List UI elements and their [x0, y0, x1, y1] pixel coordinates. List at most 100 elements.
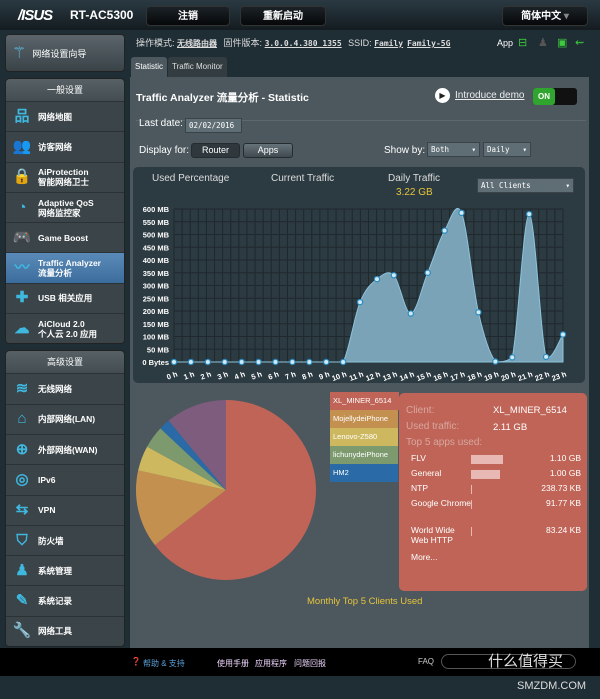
- data-point[interactable]: [289, 358, 296, 366]
- legend-item[interactable]: Lenovo-Z580: [330, 428, 398, 446]
- data-point[interactable]: [272, 358, 279, 366]
- introduce-demo-link[interactable]: Introduce demo: [455, 90, 525, 101]
- data-point[interactable]: [204, 358, 212, 366]
- usage-bar: [471, 525, 516, 536]
- sidebar-item[interactable]: ⌂ 内部网络(LAN): [6, 403, 124, 434]
- app-link[interactable]: App: [497, 38, 513, 48]
- sidebar-item[interactable]: ✎ 系统记录: [6, 585, 124, 615]
- app-name: FLV: [411, 453, 426, 463]
- legend-item[interactable]: lichunydeiPhone: [330, 446, 398, 464]
- sidebar-item[interactable]: ☁ AiCloud 2.0 个人云 2.0 应用: [6, 313, 124, 343]
- model-name: RT-AC5300: [70, 8, 134, 22]
- data-point[interactable]: [525, 210, 533, 218]
- data-point[interactable]: [170, 358, 178, 366]
- usb-icon[interactable]: ⇜: [575, 36, 584, 49]
- sidebar-item[interactable]: ⛉ 防火墙: [6, 524, 124, 555]
- sidebar-item[interactable]: 品网络地图: [6, 101, 124, 131]
- app-link-footer[interactable]: 应用程序: [255, 658, 287, 669]
- language-select[interactable]: 简体中文 ▾: [502, 6, 588, 26]
- data-point[interactable]: [373, 275, 381, 283]
- data-point[interactable]: [306, 358, 313, 366]
- daily-traffic-label[interactable]: Daily Traffic: [388, 173, 440, 184]
- x-tick-label: 11 h: [348, 369, 365, 383]
- quick-setup-label: 网络设置向导: [32, 48, 87, 59]
- data-point[interactable]: [339, 358, 347, 366]
- advanced-group: 高级设置 ≋ 无线网络 ⌂ 内部网络(LAN) ⊕ 外部网络(WAN) ◎ IPv6 ⇆ VPN ⛉…: [5, 350, 125, 648]
- sidebar-item[interactable]: 🔒 AiProtection 智能网络卫士: [6, 161, 124, 192]
- data-point[interactable]: [509, 354, 516, 361]
- current-traffic-label[interactable]: Current Traffic: [271, 173, 334, 184]
- reboot-button[interactable]: 重新启动: [240, 6, 326, 26]
- ssid-5g-link[interactable]: Family-5G: [407, 39, 450, 48]
- help-support-label: 帮助 & 支持: [143, 659, 185, 668]
- data-point[interactable]: [424, 269, 431, 276]
- data-point[interactable]: [221, 358, 228, 366]
- y-tick-label: 350 MB: [143, 269, 170, 278]
- globe-icon: ⊕: [15, 440, 29, 458]
- data-point[interactable]: [458, 209, 465, 217]
- legend-item[interactable]: MojellydeiPhone: [330, 410, 398, 428]
- users-icon[interactable]: ♟: [538, 36, 548, 49]
- page-title: Traffic Analyzer 流量分析 - Statistic: [136, 92, 309, 104]
- last-date-input[interactable]: 02/02/2016: [185, 118, 242, 133]
- period-select[interactable]: Daily ▾: [483, 142, 531, 157]
- data-point[interactable]: [407, 310, 414, 317]
- used-percentage-label[interactable]: Used Percentage: [152, 173, 229, 184]
- sidebar-item[interactable]: 👥 访客网络: [6, 131, 124, 161]
- sidebar-item[interactable]: ◔ Adaptive QoS 网络监控家: [6, 191, 124, 222]
- feedback-link[interactable]: 问题回报: [294, 658, 326, 669]
- y-tick-label: 600 MB: [143, 205, 170, 214]
- sidebar-item[interactable]: 🎮 Game Boost: [6, 222, 124, 252]
- logout-button[interactable]: 注销: [146, 6, 230, 26]
- sidebar-item[interactable]: ⊕ 外部网络(WAN): [6, 433, 124, 464]
- show-by-select[interactable]: Both ▾: [427, 142, 480, 157]
- sidebar-item[interactable]: ♟ 系统管理: [6, 555, 124, 585]
- sidebar-item-label: USB 相关应用: [38, 293, 93, 304]
- ssid-24-link[interactable]: Family: [374, 39, 403, 48]
- data-point[interactable]: [542, 353, 550, 361]
- clients-select[interactable]: All Clients ▾: [477, 178, 574, 193]
- tab-traffic-monitor[interactable]: Traffic Monitor: [168, 57, 227, 77]
- data-point[interactable]: [441, 227, 448, 234]
- tab-statistic[interactable]: Statistic: [131, 57, 168, 77]
- apps-button[interactable]: Apps: [243, 143, 293, 158]
- data-point[interactable]: [475, 309, 482, 316]
- x-tick-label: 14 h: [398, 369, 416, 383]
- sidebar-item[interactable]: 〰 Traffic Analyzer 流量分析: [6, 252, 124, 283]
- gamepad-icon[interactable]: ⊟: [518, 36, 527, 49]
- data-point[interactable]: [238, 358, 245, 366]
- data-point[interactable]: [492, 358, 499, 365]
- sidebar-item-label: AiProtection 智能网络卫士: [38, 167, 90, 188]
- data-point[interactable]: [187, 358, 195, 366]
- data-point[interactable]: [323, 358, 330, 366]
- x-tick-label: 1 h: [182, 369, 196, 381]
- more-link[interactable]: More...: [411, 552, 581, 562]
- play-icon[interactable]: ▶: [435, 88, 450, 103]
- client-name: XL_MINER_6514: [493, 405, 567, 416]
- analyzer-toggle[interactable]: ON: [533, 88, 577, 105]
- device-icon[interactable]: ▣: [557, 36, 567, 49]
- app-name: World Wide Web HTTP: [411, 525, 455, 545]
- data-point[interactable]: [559, 331, 567, 338]
- data-point[interactable]: [390, 272, 398, 279]
- sidebar-item[interactable]: ◎ IPv6: [6, 464, 124, 494]
- status-info: 操作模式: 无线路由器 固件版本: 3.0.0.4.380_1355 SSID:…: [136, 36, 454, 49]
- usage-bar: [471, 498, 516, 509]
- sidebar-item-label: Adaptive QoS 网络监控家: [38, 197, 94, 218]
- sidebar-item[interactable]: ✚ USB 相关应用: [6, 282, 124, 313]
- used-traffic-value: 2.11 GB: [493, 422, 528, 433]
- legend-item[interactable]: XL_MINER_6514: [330, 392, 399, 410]
- sidebar-item[interactable]: ≋ 无线网络: [6, 373, 124, 403]
- manual-link[interactable]: 使用手册: [217, 658, 249, 669]
- data-point[interactable]: [356, 298, 364, 306]
- sidebar-item[interactable]: 🔧 网络工具: [6, 615, 124, 646]
- legend-item[interactable]: HM2: [330, 464, 398, 482]
- y-tick-label: 0 Bytes: [142, 358, 169, 367]
- mode-link[interactable]: 无线路由器: [177, 39, 217, 48]
- language-value: 简体中文: [521, 11, 562, 22]
- router-button[interactable]: Router: [191, 143, 240, 158]
- sidebar-item[interactable]: ⇆ VPN: [6, 494, 124, 525]
- quick-setup-button[interactable]: ⚚ 网络设置向导: [5, 34, 125, 72]
- fw-link[interactable]: 3.0.0.4.380_1355: [265, 39, 342, 48]
- data-point[interactable]: [255, 358, 262, 366]
